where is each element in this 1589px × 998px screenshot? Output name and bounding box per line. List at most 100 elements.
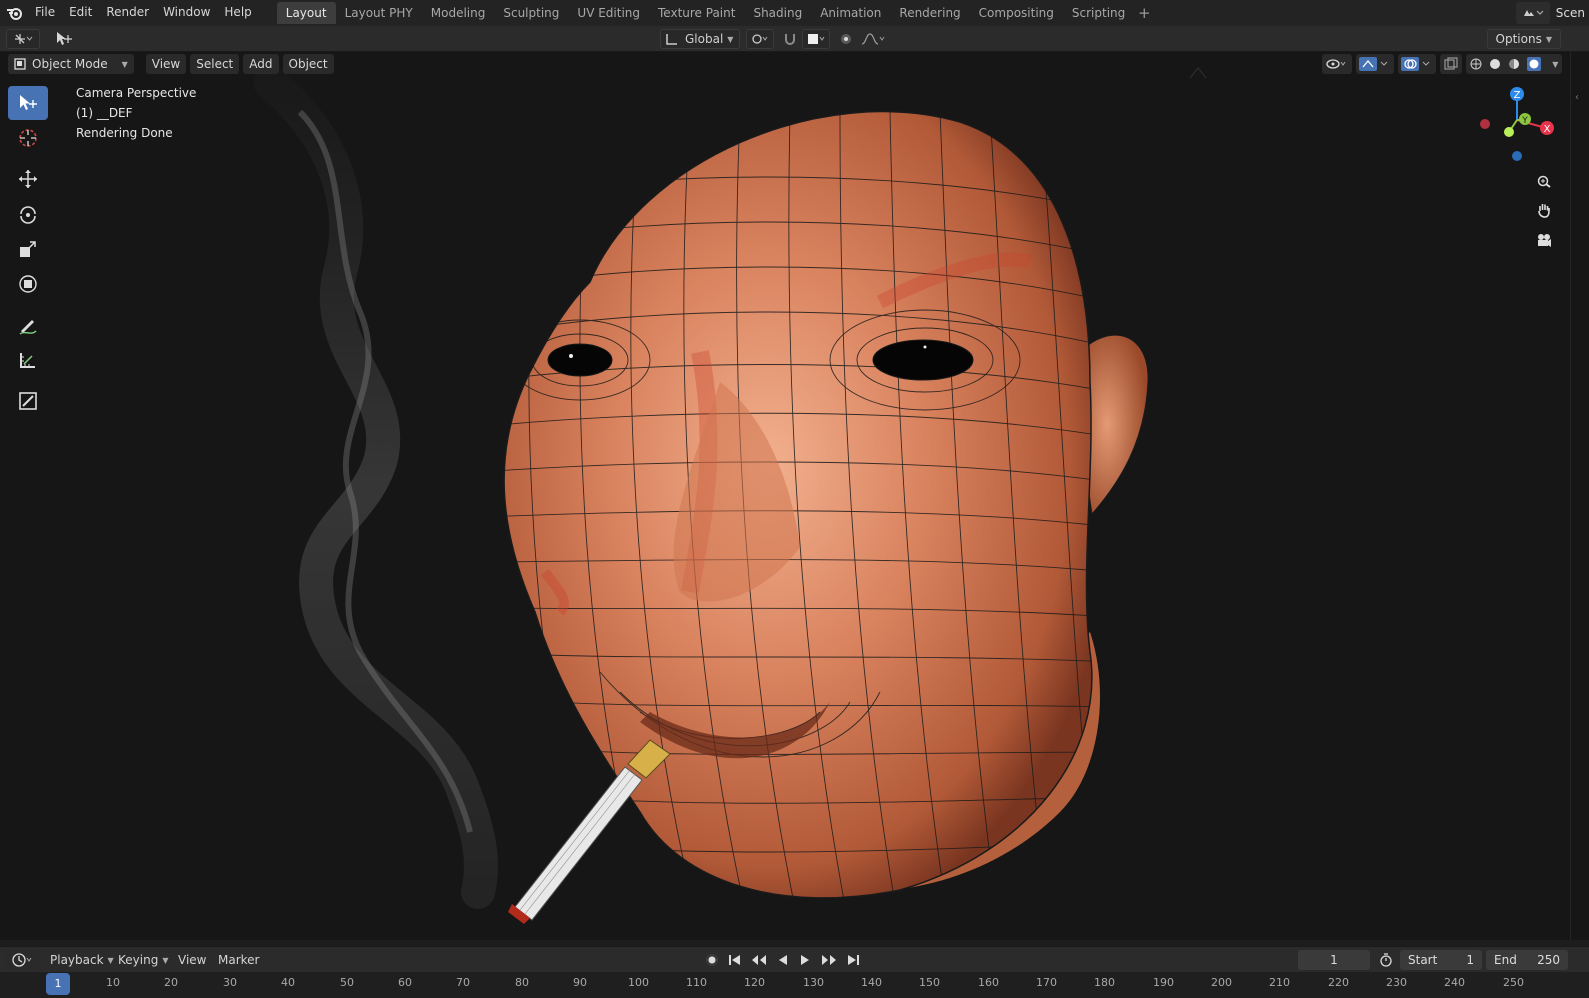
start-frame-field[interactable]: Start 1	[1400, 950, 1482, 970]
prev-keyframe-icon[interactable]	[751, 953, 767, 967]
timeline-view-menu[interactable]: View	[172, 950, 212, 970]
camera-view-icon[interactable]	[1534, 230, 1554, 250]
measure-tool-icon[interactable]	[8, 343, 48, 377]
ruler-tick: 30	[223, 976, 237, 989]
pan-hand-icon[interactable]	[1534, 200, 1554, 220]
tab-modeling[interactable]: Modeling	[422, 2, 495, 24]
ruler-tick: 90	[573, 976, 587, 989]
tab-uv-editing[interactable]: UV Editing	[568, 2, 649, 24]
select-tool-icon[interactable]	[8, 86, 48, 120]
snap-target-icon[interactable]	[802, 29, 830, 49]
play-icon[interactable]	[798, 953, 812, 967]
gizmo-toggle-icon[interactable]	[1356, 54, 1394, 74]
ruler-tick: 40	[281, 976, 295, 989]
material-shading-icon[interactable]	[1508, 58, 1520, 70]
tab-scripting[interactable]: Scripting	[1063, 2, 1134, 24]
tab-layout[interactable]: Layout	[276, 2, 336, 24]
end-value: 250	[1537, 953, 1560, 967]
ruler-tick: 240	[1444, 976, 1465, 989]
tab-texture-paint[interactable]: Texture Paint	[649, 2, 744, 24]
timeline-playback-menu[interactable]: Playback ▼	[44, 950, 120, 970]
visibility-icon[interactable]	[1322, 54, 1352, 74]
navigation-gizmo[interactable]: Z X Y	[1478, 86, 1558, 166]
scene-selector[interactable]: Scen	[1515, 0, 1589, 26]
playhead-frame[interactable]: 1	[46, 973, 70, 995]
3d-viewport[interactable]: Object Mode ▼ View Select Add Object ▼ C	[0, 52, 1570, 940]
ruler-tick: 150	[919, 976, 940, 989]
proportional-edit-icon[interactable]	[836, 29, 856, 49]
snap-icon[interactable]	[780, 29, 800, 49]
play-reverse-icon[interactable]	[776, 953, 790, 967]
timeline-keying-menu[interactable]: Keying ▼	[112, 950, 174, 970]
view-perspective-label: Camera Perspective	[76, 86, 197, 100]
wireframe-shading-icon[interactable]	[1470, 58, 1482, 70]
viewport-menu-object[interactable]: Object	[282, 54, 334, 74]
ruler-tick: 20	[164, 976, 178, 989]
overlays-toggle-icon[interactable]	[1398, 54, 1436, 74]
menu-file[interactable]: File	[28, 0, 62, 26]
mode-dropdown[interactable]: Object Mode ▼	[8, 54, 134, 74]
sidebar-collapse-strip[interactable]: ‹	[1570, 52, 1589, 940]
jump-start-icon[interactable]	[728, 953, 742, 967]
timeline-marker-menu[interactable]: Marker	[212, 950, 265, 970]
pivot-point-icon[interactable]	[746, 29, 774, 49]
end-frame-field[interactable]: End 250	[1486, 950, 1568, 970]
annotate-tool-icon[interactable]	[8, 308, 48, 342]
ruler-tick: 130	[803, 976, 824, 989]
ruler-tick: 100	[628, 976, 649, 989]
orientation-icon	[666, 34, 677, 45]
tab-rendering[interactable]: Rendering	[890, 2, 969, 24]
tab-sculpting[interactable]: Sculpting	[494, 2, 568, 24]
cursor-tool-icon[interactable]	[8, 121, 48, 155]
scene-icon[interactable]	[1515, 2, 1550, 24]
next-keyframe-icon[interactable]	[821, 953, 837, 967]
viewport-menu-select[interactable]: Select	[190, 54, 240, 74]
gizmo-z-label: Z	[1514, 90, 1521, 101]
blender-logo-icon[interactable]	[0, 0, 28, 26]
menu-help[interactable]: Help	[217, 0, 258, 26]
chevron-down-icon: ▼	[727, 34, 734, 44]
preview-range-icon[interactable]	[1376, 950, 1396, 970]
ruler-tick: 120	[744, 976, 765, 989]
rendered-shading-icon[interactable]	[1527, 57, 1542, 71]
menu-render[interactable]: Render	[99, 0, 156, 26]
transform-tool-icon[interactable]	[8, 267, 48, 301]
start-value: 1	[1466, 953, 1474, 967]
select-box-tool-icon[interactable]	[52, 29, 76, 49]
menu-window[interactable]: Window	[156, 0, 217, 26]
transform-orientation-dropdown[interactable]: Global ▼	[660, 29, 740, 49]
timeline-ruler[interactable]: 1 10 20 30 40 50 60 70 80 90 100 110 120…	[0, 972, 1589, 998]
ruler-tick: 140	[861, 976, 882, 989]
active-object-label: (1) __DEF	[76, 106, 133, 120]
jump-end-icon[interactable]	[846, 953, 860, 967]
zoom-icon[interactable]	[1534, 170, 1554, 190]
tab-shading[interactable]: Shading	[744, 2, 811, 24]
ruler-tick: 70	[456, 976, 470, 989]
end-label: End	[1494, 953, 1517, 967]
add-workspace-icon[interactable]: +	[1134, 4, 1154, 22]
ruler-tick: 110	[686, 976, 707, 989]
shading-mode-group[interactable]: ▼	[1466, 54, 1562, 74]
menu-edit[interactable]: Edit	[62, 0, 99, 26]
xray-toggle-icon[interactable]	[1440, 54, 1462, 74]
chevron-left-icon[interactable]: ‹	[1575, 92, 1579, 103]
options-label: Options	[1495, 32, 1542, 46]
top-bar: File Edit Render Window Help Layout Layo…	[0, 0, 1589, 26]
solid-shading-icon[interactable]	[1489, 58, 1501, 70]
editor-type-icon[interactable]	[6, 29, 40, 49]
tab-layout-phy[interactable]: Layout PHY	[336, 2, 422, 24]
move-tool-icon[interactable]	[8, 162, 48, 196]
tool-shelf	[8, 86, 48, 419]
tab-compositing[interactable]: Compositing	[970, 2, 1063, 24]
tab-animation[interactable]: Animation	[811, 2, 890, 24]
record-button[interactable]	[702, 950, 722, 970]
timeline-editor-type-icon[interactable]	[6, 950, 40, 970]
add-cube-tool-icon[interactable]	[8, 384, 48, 418]
rotate-tool-icon[interactable]	[8, 197, 48, 231]
current-frame-field[interactable]: 1	[1298, 950, 1370, 970]
falloff-icon[interactable]	[858, 29, 888, 49]
scale-tool-icon[interactable]	[8, 232, 48, 266]
options-dropdown[interactable]: Options ▼	[1486, 29, 1561, 49]
viewport-menu-view[interactable]: View	[145, 54, 187, 74]
viewport-menu-add[interactable]: Add	[243, 54, 279, 74]
